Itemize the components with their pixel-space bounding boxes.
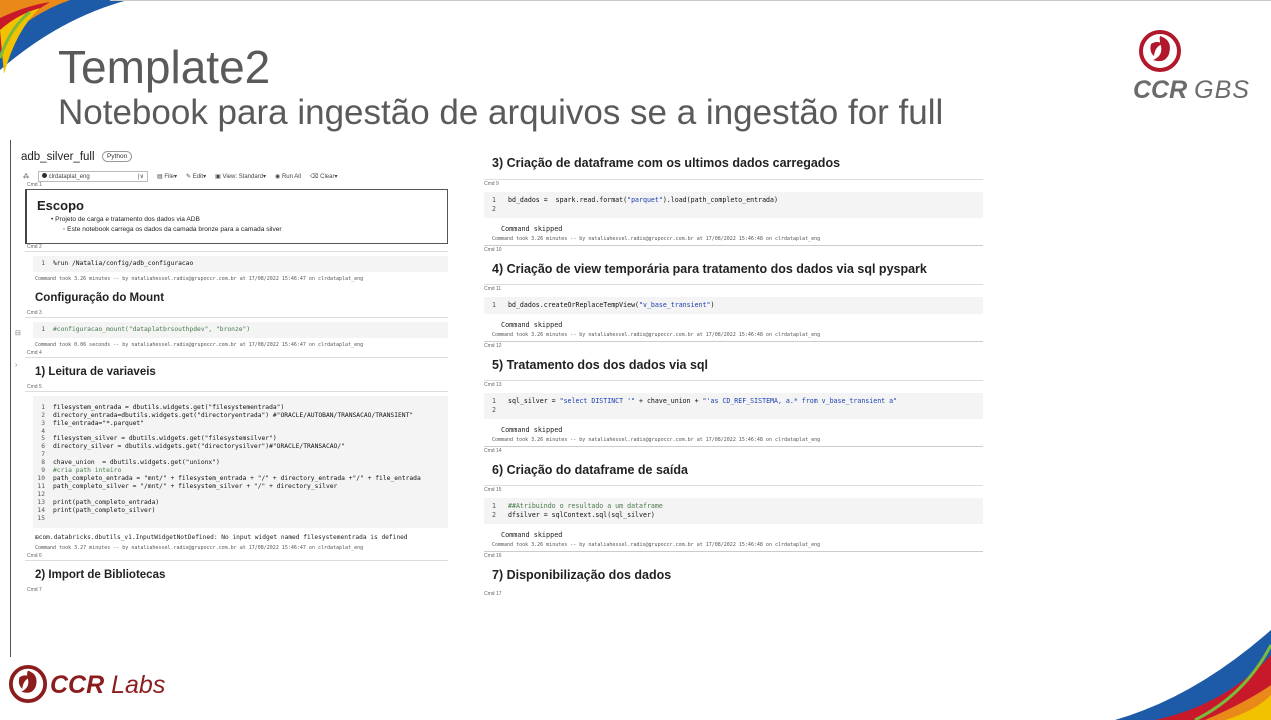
view-menu[interactable]: ▣ View: Standard▾: [215, 173, 266, 180]
leitura-heading: 1) Leitura de variaveis: [35, 365, 156, 378]
cmd-label: Cmd 13: [484, 382, 502, 388]
code-editor[interactable]: 1 filesystem_entrada = dbutils.widgets.ge…: [33, 395, 448, 529]
code-line: 14 print(path_completo_silver): [37, 506, 156, 514]
code-cell-mount[interactable]: 1 #configuracao_mount("dataplatbrsouthpde…: [25, 316, 448, 350]
cmd-label: Cmd 10: [484, 247, 502, 253]
cmd-label: Cmd 17: [484, 591, 502, 597]
code-cell-variables[interactable]: 1 filesystem_entrada = dbutils.widgets.ge…: [25, 390, 448, 554]
slide-title: Template2: [58, 41, 271, 93]
edit-menu[interactable]: ✎ Edit▾: [186, 173, 206, 180]
command-skipped: Command skipped: [501, 321, 563, 329]
cluster-icon: ⁂: [23, 173, 29, 180]
heading-4: 4) Criação de view temporária para trata…: [484, 254, 983, 285]
command-status: Command took 0.06 seconds -- by nataliah…: [35, 341, 364, 348]
error-message: ⊞com.databricks.dbutils_v1.InputWidgetNo…: [35, 534, 408, 542]
code-editor[interactable]: 1 bd_dados = spark.read.format("parquet")…: [484, 192, 983, 218]
cmd-label: Cmd 12: [484, 343, 502, 349]
ccr-gbs-logo: CCR GBS: [1133, 30, 1249, 105]
cmd-label: Cmd 7: [27, 587, 42, 594]
bottom-right-swoosh-decoration: [1115, 630, 1271, 720]
code-line: 15: [37, 514, 45, 522]
notebook-toolbar: ⁂ clrdataplat_eng |∨ ▤ File▾ ✎ Edit▾ ▣ V…: [11, 165, 448, 182]
markdown-cell-leitura[interactable]: 1) Leitura de variaveis: [25, 356, 448, 384]
cmd-label: Cmd 15: [484, 487, 502, 493]
run-all-button[interactable]: ◉ Run All: [275, 173, 301, 180]
cluster-selector[interactable]: clrdataplat_eng |∨: [38, 170, 148, 182]
ccr-labs-swirl-icon: [8, 664, 48, 704]
code-editor[interactable]: 1 %run /Natalia/config/adb_configuracao: [33, 256, 448, 272]
command-skipped: Command skipped: [501, 531, 563, 539]
cmd-label: Cmd 5: [27, 383, 42, 390]
command-status: Command took 3.26 minutes -- by nataliah…: [484, 540, 983, 552]
code-line: 1 filesystem_entrada = dbutils.widgets.ge…: [41, 403, 285, 411]
clear-menu[interactable]: ⌫ Clear▾: [310, 173, 338, 180]
notebook-left-pane[interactable]: adb_silver_full Python ⁂ clrdataplat_eng…: [10, 140, 448, 657]
command-skipped: Command skipped: [501, 426, 563, 434]
heading-7: 7) Disponibilização dos dados: [492, 568, 672, 582]
cmd-label: Cmd 2: [27, 244, 42, 250]
file-menu[interactable]: ▤ File▾: [157, 173, 177, 180]
ccr-labs-wordmark: CCR Labs: [50, 671, 166, 699]
heading-3: 3) Criação de dataframe com os ultimos d…: [484, 140, 983, 180]
code-cell-13[interactable]: 1 sql_silver = "select DISTINCT '" + chav…: [484, 393, 983, 447]
notebook-right-pane[interactable]: 3) Criação de dataframe com os ultimos d…: [484, 140, 983, 657]
code-cell-run-config[interactable]: 1 %run /Natalia/config/adb_configuracao C…: [25, 251, 448, 310]
code-line: 3 file_entrada="*.parquet": [41, 419, 144, 427]
heading-6: 6) Criação do dataframe de saída: [484, 455, 983, 486]
cluster-status-dot: [42, 172, 47, 178]
chevron-down-icon: |∨: [138, 173, 144, 180]
notebook-header: adb_silver_full Python: [11, 140, 448, 165]
escopo-list: • Projeto de carga e tratamento dos dado…: [51, 216, 282, 233]
markdown-cell-import[interactable]: 2) Import de Bibliotecas: [25, 560, 448, 587]
import-heading: 2) Import de Bibliotecas: [35, 569, 166, 582]
markdown-cell-escopo[interactable]: Escopo • Projeto de carga e tratamento d…: [25, 189, 448, 244]
code-line: 12: [37, 490, 45, 498]
code-editor[interactable]: 1 sql_silver = "select DISTINCT '" + chav…: [484, 393, 983, 419]
cmd-label: Cmd 4: [27, 349, 42, 356]
code-line: 4: [41, 427, 45, 435]
command-status: Command took 3.26 minutes -- by nataliah…: [35, 275, 364, 282]
code-cell-9[interactable]: 1 bd_dados = spark.read.format("parquet")…: [484, 192, 983, 246]
mount-heading: Configuração do Mount: [35, 291, 165, 304]
cmd-label: Cmd 11: [484, 286, 502, 292]
code-line: 11 path_completo_silver = "/mnt/" + files…: [37, 482, 338, 490]
code-line: 6 directory_silver = dbutils.widgets.get(…: [41, 443, 345, 451]
code-line: 5 filesystem_silver = dbutils.widgets.get…: [41, 435, 277, 443]
expand-arrow-icon[interactable]: ›: [15, 362, 17, 369]
code-line: 7: [41, 451, 45, 459]
cmd-label: Cmd 14: [484, 448, 502, 454]
command-status: Command took 3.26 minutes -- by nataliah…: [484, 435, 983, 447]
cmd-label: Cmd 16: [484, 553, 502, 559]
ccr-gbs-wordmark: CCR GBS: [1133, 76, 1250, 104]
command-status: Command took 3.26 minutes -- by nataliah…: [484, 234, 983, 246]
notebook-name[interactable]: adb_silver_full: [21, 151, 95, 163]
ccr-swirl-icon: [1139, 30, 1181, 72]
code-line: 9 #cria path inteiro: [41, 467, 122, 475]
command-skipped: Command skipped: [501, 225, 563, 233]
language-badge[interactable]: Python: [101, 151, 133, 162]
top-rule: [110, 0, 1271, 1]
command-status: Command took 3.27 minutes -- by nataliah…: [35, 545, 364, 552]
code-line: 2 directory_entrada=dbutils.widgets.get("…: [41, 411, 414, 419]
code-line: 13 print(path_completo_entrada): [37, 498, 160, 506]
cmd-label: Cmd 6: [27, 553, 42, 560]
escopo-heading: Escopo: [37, 198, 84, 213]
slide-subtitle: Notebook para ingestão de arquivos se a …: [58, 93, 944, 132]
cmd-label: Cmd 1: [27, 182, 42, 188]
code-editor[interactable]: 1 bd_dados.createOrReplaceTempView("v_bas…: [484, 297, 983, 314]
cmd-label: Cmd 3: [27, 309, 42, 316]
code-line: 10 path_completo_entrada = "mnt/" + files…: [37, 474, 421, 482]
code-line: 8 chave_union = dbutils.widgets.get("unio…: [41, 459, 220, 467]
code-editor[interactable]: 1 #configuracao_mount("dataplatbrsouthpde…: [33, 321, 448, 338]
cmd-label: Cmd 9: [484, 181, 499, 187]
code-cell-11[interactable]: 1 bd_dados.createOrReplaceTempView("v_bas…: [484, 297, 983, 342]
collapse-icon[interactable]: ⊟: [15, 329, 21, 337]
heading-5: 5) Tratamento dos dos dados via sql: [484, 350, 983, 381]
code-cell-15[interactable]: 1 ##Atribuindo o resultado a um dataframe…: [484, 498, 983, 552]
command-status: Command took 3.26 minutes -- by nataliah…: [484, 330, 983, 342]
code-editor[interactable]: 1 ##Atribuindo o resultado a um dataframe…: [484, 498, 983, 524]
